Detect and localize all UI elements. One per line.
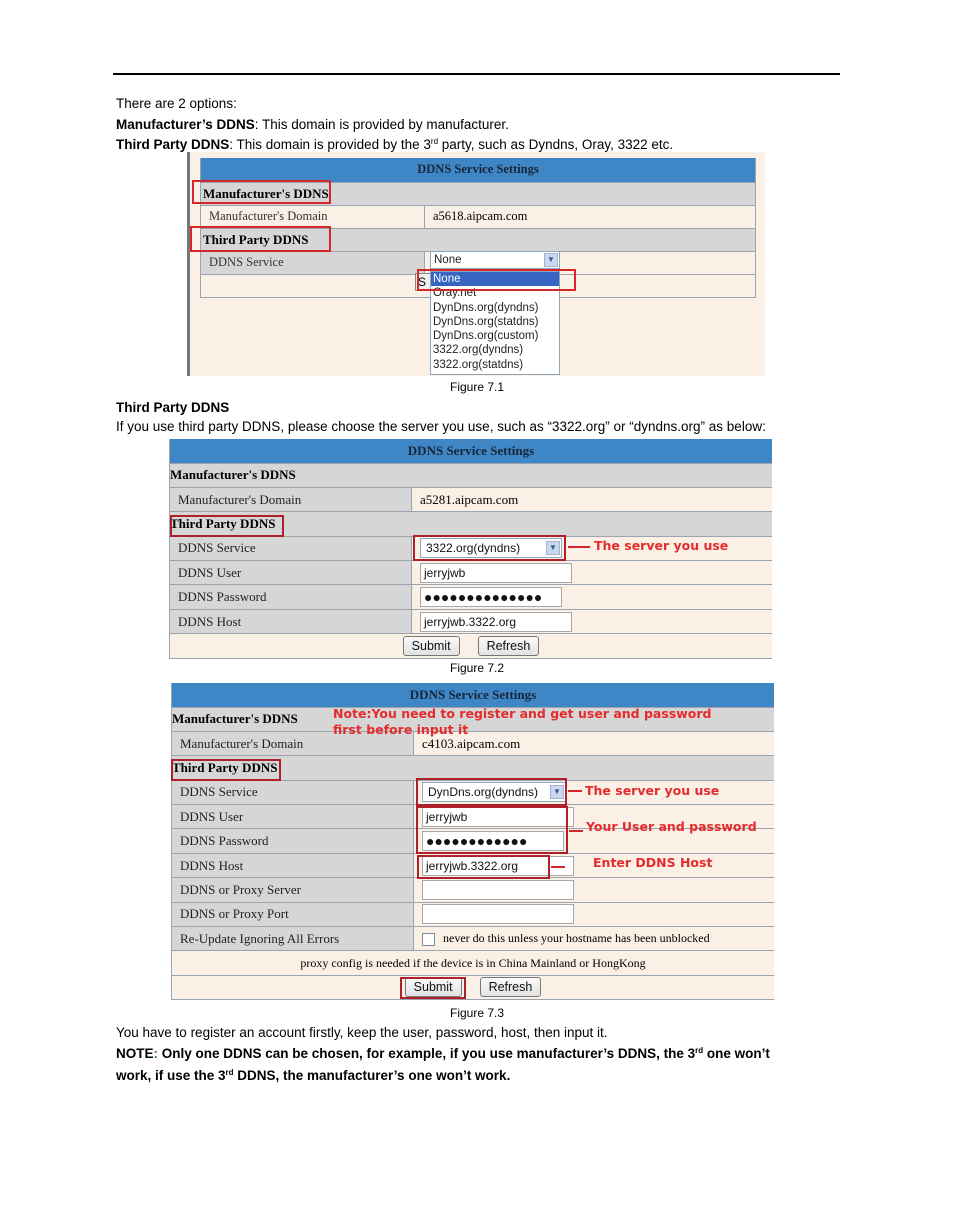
section-manufacturer-ddns: Manufacturer's DDNS — [169, 463, 772, 488]
highlight-box-submit — [400, 977, 466, 999]
ddns-password-input[interactable]: ●●●●●●●●●●●●●● — [420, 587, 562, 608]
third-party-ddns-term: Third Party DDNS — [116, 137, 230, 152]
intro-line: There are 2 options: — [116, 96, 237, 111]
button-row: Submit Refresh — [171, 975, 774, 1001]
dropdown-option[interactable]: 3322.org(statdns) — [431, 358, 559, 372]
manufacturer-ddns-definition: Manufacturer’s DDNS: This domain is prov… — [116, 116, 509, 133]
highlight-box-host — [417, 855, 550, 879]
password-label: DDNS Password — [169, 584, 412, 610]
note-label: NOTE — [116, 1046, 154, 1061]
highlight-box-third-party — [170, 515, 284, 537]
service-label: DDNS Service — [200, 251, 425, 275]
header-rule — [113, 73, 840, 75]
figure-caption: Figure 7.1 — [449, 380, 505, 394]
table-title: DDNS Service Settings — [169, 439, 772, 464]
note-line-1: NOTE: Only one DDNS can be chosen, for e… — [116, 1045, 770, 1062]
service-label: DDNS Service — [169, 536, 412, 562]
reupdate-checkbox[interactable] — [422, 932, 435, 946]
section-heading-text: Third Party DDNS — [116, 400, 230, 415]
reupdate-hint: never do this unless your hostname has b… — [443, 931, 710, 946]
section-heading: Third Party DDNS — [116, 399, 229, 416]
highlight-box-third-party — [190, 226, 331, 252]
refresh-button[interactable]: Refresh — [477, 635, 540, 656]
third-desc-sup: rd — [430, 137, 439, 146]
submit-button[interactable]: Submit — [402, 635, 460, 656]
dropdown-option[interactable]: DynDns.org(dyndns) — [431, 301, 559, 315]
note-text: Only one DDNS can be chosen, for example… — [158, 1046, 696, 1061]
table-title: DDNS Service Settings — [171, 683, 774, 708]
service-label: DDNS Service — [171, 780, 414, 806]
third-desc-pre: : This domain is provided by the 3 — [229, 137, 431, 152]
annotation-user-password: Your User and password — [586, 819, 757, 834]
proxy-port-label: DDNS or Proxy Port — [171, 902, 414, 928]
password-label: DDNS Password — [171, 828, 414, 854]
button-row: Submit Refresh — [169, 633, 772, 659]
highlight-box-manufacturer — [192, 180, 331, 204]
ddns-service-select[interactable]: None ▼ — [430, 251, 560, 269]
domain-value: a5281.aipcam.com — [411, 487, 772, 513]
outro-text: You have to register an account firstly,… — [116, 1025, 608, 1040]
selected-value: None — [434, 254, 462, 266]
annotation-host: Enter DDNS Host — [593, 855, 713, 870]
annotation-line — [569, 830, 583, 832]
note-sup: rd — [695, 1046, 704, 1055]
ddns-host-input[interactable]: jerryjwb.3322.org — [420, 611, 572, 632]
user-label: DDNS User — [169, 560, 412, 586]
annotation-line — [568, 790, 582, 792]
refresh-button[interactable]: Refresh — [479, 977, 542, 998]
host-label: DDNS Host — [169, 609, 412, 635]
highlight-box-service — [413, 535, 566, 561]
note-sup: rd — [225, 1068, 234, 1077]
note-text: DDNS, the manufacturer’s one won’t work. — [233, 1068, 511, 1083]
manufacturer-ddns-desc: : This domain is provided by manufacture… — [254, 117, 509, 132]
highlight-box-third-party — [171, 759, 281, 781]
manufacturer-ddns-term: Manufacturer’s DDNS — [116, 117, 255, 132]
dropdown-option[interactable]: DynDns.org(statdns) — [431, 315, 559, 329]
annotation-line — [551, 866, 565, 868]
figure-caption: Figure 7.2 — [449, 661, 505, 675]
proxy-server-input[interactable] — [422, 879, 574, 900]
annotation-note-line2: first before input it — [333, 722, 469, 737]
dropdown-option[interactable]: 3322.org(dyndns) — [431, 343, 559, 357]
proxy-note: proxy config is needed if the device is … — [171, 950, 774, 976]
host-label: DDNS Host — [171, 853, 414, 879]
highlight-box-user-password — [416, 806, 568, 854]
proxy-port-input[interactable] — [422, 904, 574, 925]
reupdate-label: Re-Update Ignoring All Errors — [171, 926, 414, 952]
proxy-server-label: DDNS or Proxy Server — [171, 877, 414, 903]
annotation-server: The server you use — [594, 538, 729, 553]
table-title: DDNS Service Settings — [200, 158, 756, 183]
annotation-server: The server you use — [585, 783, 720, 798]
user-label: DDNS User — [171, 804, 414, 830]
highlight-box-service — [416, 778, 567, 806]
figure-caption: Figure 7.3 — [449, 1006, 505, 1020]
domain-label: Manufacturer's Domain — [169, 487, 412, 513]
note-text: work, if use the 3 — [116, 1068, 226, 1083]
chevron-down-icon[interactable]: ▼ — [544, 253, 558, 267]
domain-label: Manufacturer's Domain — [200, 205, 425, 229]
dropdown-option[interactable]: DynDns.org(custom) — [431, 329, 559, 343]
annotation-line — [568, 546, 590, 548]
ddns-user-input[interactable]: jerryjwb — [420, 562, 572, 583]
annotation-note-line1: Note:You need to register and get user a… — [333, 706, 712, 721]
section-text: If you use third party DDNS, please choo… — [116, 419, 766, 434]
note-text: one won’t — [703, 1046, 770, 1061]
note-line-2: work, if use the 3rd DDNS, the manufactu… — [116, 1067, 510, 1084]
domain-value: a5618.aipcam.com — [424, 205, 756, 229]
highlight-box-none-option — [417, 269, 576, 291]
third-desc-post: party, such as Dyndns, Oray, 3322 etc. — [438, 137, 674, 152]
third-party-ddns-definition: Third Party DDNS: This domain is provide… — [116, 136, 673, 153]
